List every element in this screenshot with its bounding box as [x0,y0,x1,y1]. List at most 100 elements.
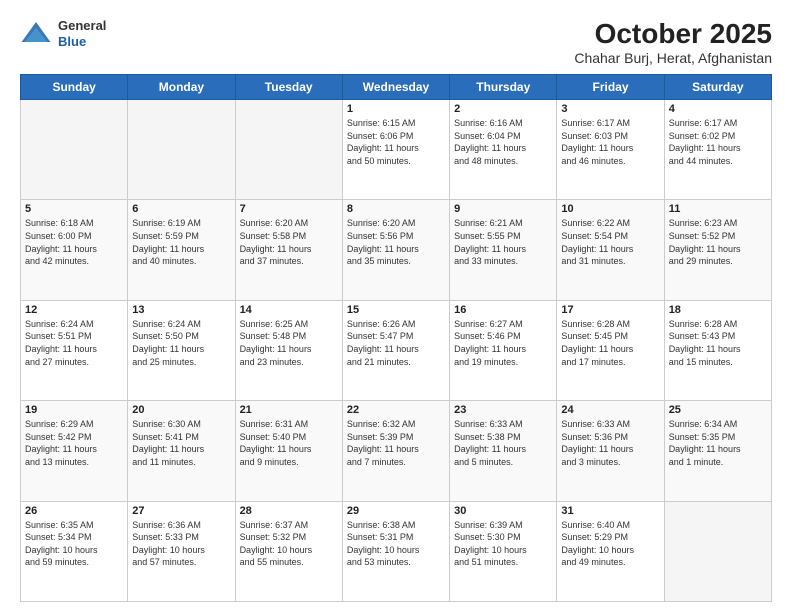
cell-day-number: 2 [454,103,552,115]
title-block: October 2025 Chahar Burj, Herat, Afghani… [574,18,772,66]
logo-icon [20,18,52,50]
cell-day-number: 17 [561,304,659,316]
week-row-2: 5 Sunrise: 6:18 AM Sunset: 6:00 PM Daylig… [21,200,772,300]
day-header-friday: Friday [557,75,664,100]
calendar-cell: 21 Sunrise: 6:31 AM Sunset: 5:40 PM Dayli… [235,401,342,501]
cell-info-text: Sunrise: 6:17 AM Sunset: 6:03 PM Dayligh… [561,117,659,167]
cell-day-number: 15 [347,304,445,316]
cell-info-text: Sunrise: 6:36 AM Sunset: 5:33 PM Dayligh… [132,519,230,569]
day-header-sunday: Sunday [21,75,128,100]
cell-info-text: Sunrise: 6:33 AM Sunset: 5:38 PM Dayligh… [454,418,552,468]
calendar-cell: 17Sunrise: 6:28 AM Sunset: 5:45 PM Dayli… [557,300,664,400]
day-header-saturday: Saturday [664,75,771,100]
logo-general-text: General [58,18,106,34]
calendar-subtitle: Chahar Burj, Herat, Afghanistan [574,50,772,66]
cell-info-text: Sunrise: 6:37 AM Sunset: 5:32 PM Dayligh… [240,519,338,569]
day-header-tuesday: Tuesday [235,75,342,100]
cell-day-number: 9 [454,203,552,215]
cell-day-number: 19 [25,404,123,416]
cell-info-text: Sunrise: 6:34 AM Sunset: 5:35 PM Dayligh… [669,418,767,468]
cell-day-number: 8 [347,203,445,215]
day-header-wednesday: Wednesday [342,75,449,100]
week-row-1: 1 Sunrise: 6:15 AM Sunset: 6:06 PM Daylig… [21,100,772,200]
calendar-body: 1 Sunrise: 6:15 AM Sunset: 6:06 PM Daylig… [21,100,772,602]
cell-day-number: 1 [347,103,445,115]
calendar-cell: 18Sunrise: 6:28 AM Sunset: 5:43 PM Dayli… [664,300,771,400]
cell-info-text: Sunrise: 6:31 AM Sunset: 5:40 PM Dayligh… [240,418,338,468]
cell-day-number: 20 [132,404,230,416]
cell-info-text: Sunrise: 6:38 AM Sunset: 5:31 PM Dayligh… [347,519,445,569]
calendar-cell: 29 Sunrise: 6:38 AM Sunset: 5:31 PM Dayli… [342,501,449,601]
cell-day-number: 27 [132,505,230,517]
calendar-cell: 12 Sunrise: 6:24 AM Sunset: 5:51 PM Dayli… [21,300,128,400]
header: General Blue October 2025 Chahar Burj, H… [20,18,772,66]
calendar-cell: 6Sunrise: 6:19 AM Sunset: 5:59 PM Daylig… [128,200,235,300]
cell-info-text: Sunrise: 6:30 AM Sunset: 5:41 PM Dayligh… [132,418,230,468]
calendar-cell: 10 Sunrise: 6:22 AM Sunset: 5:54 PM Dayli… [557,200,664,300]
calendar-cell: 3 Sunrise: 6:17 AM Sunset: 6:03 PM Daylig… [557,100,664,200]
cell-info-text: Sunrise: 6:22 AM Sunset: 5:54 PM Dayligh… [561,217,659,267]
cell-day-number: 4 [669,103,767,115]
cell-info-text: Sunrise: 6:20 AM Sunset: 5:58 PM Dayligh… [240,217,338,267]
cell-day-number: 13 [132,304,230,316]
cell-day-number: 10 [561,203,659,215]
cell-day-number: 5 [25,203,123,215]
calendar-cell: 19 Sunrise: 6:29 AM Sunset: 5:42 PM Dayli… [21,401,128,501]
cell-info-text: Sunrise: 6:23 AM Sunset: 5:52 PM Dayligh… [669,217,767,267]
cell-info-text: Sunrise: 6:24 AM Sunset: 5:51 PM Dayligh… [25,318,123,368]
cell-info-text: Sunrise: 6:29 AM Sunset: 5:42 PM Dayligh… [25,418,123,468]
cell-info-text: Sunrise: 6:40 AM Sunset: 5:29 PM Dayligh… [561,519,659,569]
cell-info-text: Sunrise: 6:15 AM Sunset: 6:06 PM Dayligh… [347,117,445,167]
calendar-cell: 11 Sunrise: 6:23 AM Sunset: 5:52 PM Dayli… [664,200,771,300]
day-header-thursday: Thursday [450,75,557,100]
logo-text: General Blue [58,18,106,49]
calendar-cell: 14Sunrise: 6:25 AM Sunset: 5:48 PM Dayli… [235,300,342,400]
cell-day-number: 21 [240,404,338,416]
cell-info-text: Sunrise: 6:17 AM Sunset: 6:02 PM Dayligh… [669,117,767,167]
cell-info-text: Sunrise: 6:21 AM Sunset: 5:55 PM Dayligh… [454,217,552,267]
logo-blue-text: Blue [58,34,106,50]
cell-info-text: Sunrise: 6:33 AM Sunset: 5:36 PM Dayligh… [561,418,659,468]
cell-info-text: Sunrise: 6:28 AM Sunset: 5:43 PM Dayligh… [669,318,767,368]
cell-day-number: 31 [561,505,659,517]
calendar-cell [21,100,128,200]
cell-day-number: 30 [454,505,552,517]
cell-day-number: 29 [347,505,445,517]
cell-day-number: 23 [454,404,552,416]
calendar-cell: 31 Sunrise: 6:40 AM Sunset: 5:29 PM Dayli… [557,501,664,601]
calendar-cell: 7 Sunrise: 6:20 AM Sunset: 5:58 PM Daylig… [235,200,342,300]
calendar-cell: 20 Sunrise: 6:30 AM Sunset: 5:41 PM Dayli… [128,401,235,501]
calendar-table: SundayMondayTuesdayWednesdayThursdayFrid… [20,74,772,602]
cell-info-text: Sunrise: 6:27 AM Sunset: 5:46 PM Dayligh… [454,318,552,368]
cell-day-number: 24 [561,404,659,416]
cell-day-number: 16 [454,304,552,316]
cell-day-number: 26 [25,505,123,517]
calendar-title: October 2025 [574,18,772,50]
calendar-cell: 16 Sunrise: 6:27 AM Sunset: 5:46 PM Dayli… [450,300,557,400]
cell-day-number: 3 [561,103,659,115]
week-row-4: 19 Sunrise: 6:29 AM Sunset: 5:42 PM Dayli… [21,401,772,501]
calendar-cell: 4 Sunrise: 6:17 AM Sunset: 6:02 PM Daylig… [664,100,771,200]
calendar-cell: 28 Sunrise: 6:37 AM Sunset: 5:32 PM Dayli… [235,501,342,601]
calendar-cell: 25Sunrise: 6:34 AM Sunset: 5:35 PM Dayli… [664,401,771,501]
calendar-cell: 8 Sunrise: 6:20 AM Sunset: 5:56 PM Daylig… [342,200,449,300]
cell-day-number: 7 [240,203,338,215]
calendar-cell: 27 Sunrise: 6:36 AM Sunset: 5:33 PM Dayli… [128,501,235,601]
week-row-5: 26Sunrise: 6:35 AM Sunset: 5:34 PM Dayli… [21,501,772,601]
cell-info-text: Sunrise: 6:20 AM Sunset: 5:56 PM Dayligh… [347,217,445,267]
cell-day-number: 28 [240,505,338,517]
calendar-cell: 5 Sunrise: 6:18 AM Sunset: 6:00 PM Daylig… [21,200,128,300]
cell-info-text: Sunrise: 6:18 AM Sunset: 6:00 PM Dayligh… [25,217,123,267]
cell-info-text: Sunrise: 6:26 AM Sunset: 5:47 PM Dayligh… [347,318,445,368]
cell-info-text: Sunrise: 6:16 AM Sunset: 6:04 PM Dayligh… [454,117,552,167]
cell-day-number: 14 [240,304,338,316]
cell-info-text: Sunrise: 6:32 AM Sunset: 5:39 PM Dayligh… [347,418,445,468]
calendar-cell: 23 Sunrise: 6:33 AM Sunset: 5:38 PM Dayli… [450,401,557,501]
page: General Blue October 2025 Chahar Burj, H… [0,0,792,612]
calendar-cell: 2 Sunrise: 6:16 AM Sunset: 6:04 PM Daylig… [450,100,557,200]
calendar-cell: 15 Sunrise: 6:26 AM Sunset: 5:47 PM Dayli… [342,300,449,400]
calendar-cell: 13Sunrise: 6:24 AM Sunset: 5:50 PM Dayli… [128,300,235,400]
cell-day-number: 11 [669,203,767,215]
day-header-monday: Monday [128,75,235,100]
cell-day-number: 12 [25,304,123,316]
